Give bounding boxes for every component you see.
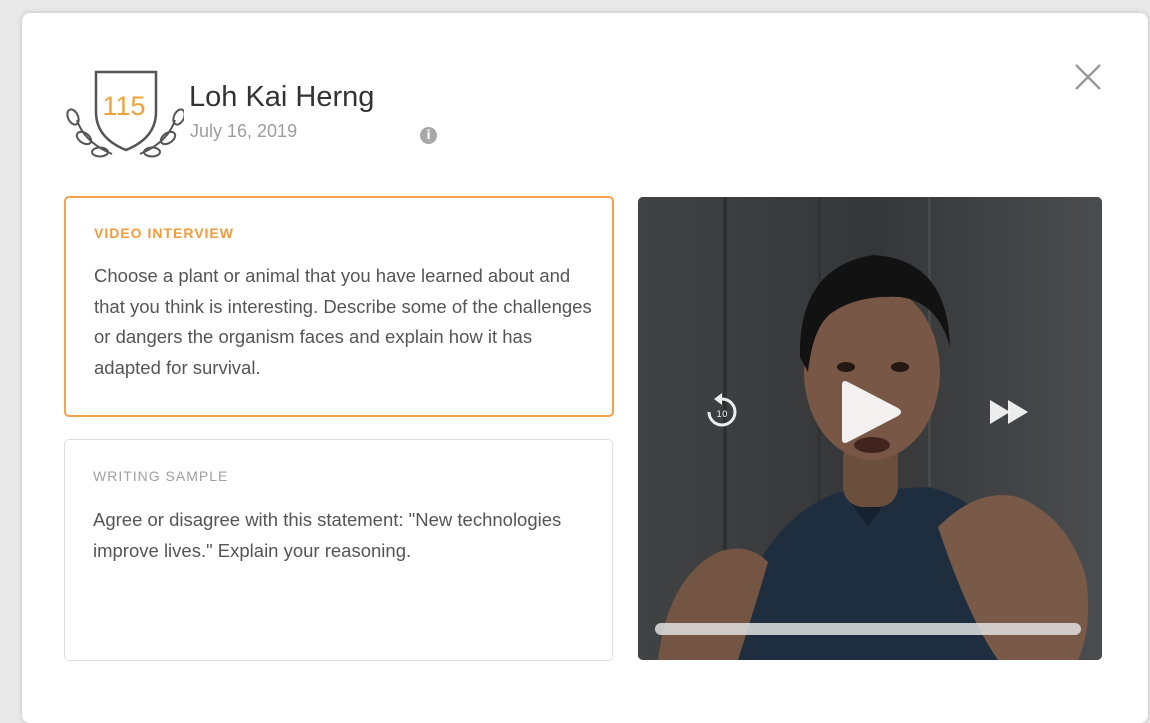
card-prompt-text: Agree or disagree with this statement: "… xyxy=(93,509,562,561)
fast-forward-icon[interactable] xyxy=(986,398,1034,426)
score-badge: 115 xyxy=(62,68,186,164)
score-value: 115 xyxy=(102,91,146,121)
writing-sample-card[interactable]: WRITING SAMPLE Agree or disagree with th… xyxy=(64,439,613,661)
card-prompt-text: Choose a plant or animal that you have l… xyxy=(94,265,592,378)
play-icon[interactable] xyxy=(834,377,904,447)
card-label: WRITING SAMPLE xyxy=(93,468,229,484)
card-label: VIDEO INTERVIEW xyxy=(94,225,234,241)
interview-date: July 16, 2019 xyxy=(190,121,298,141)
video-player[interactable]: 10 xyxy=(638,197,1102,660)
candidate-name: Loh Kai Herng xyxy=(189,81,375,113)
video-interview-card[interactable]: VIDEO INTERVIEW Choose a plant or animal… xyxy=(64,196,614,417)
video-progress-bar[interactable] xyxy=(655,623,1081,635)
replay-10-icon[interactable]: 10 xyxy=(700,390,744,434)
info-icon[interactable]: i xyxy=(420,127,437,144)
replay-seconds: 10 xyxy=(716,410,728,420)
close-icon[interactable] xyxy=(1070,59,1106,95)
candidate-modal: 115 Loh Kai Herng July 16, 2019 i VIDEO … xyxy=(22,13,1148,723)
